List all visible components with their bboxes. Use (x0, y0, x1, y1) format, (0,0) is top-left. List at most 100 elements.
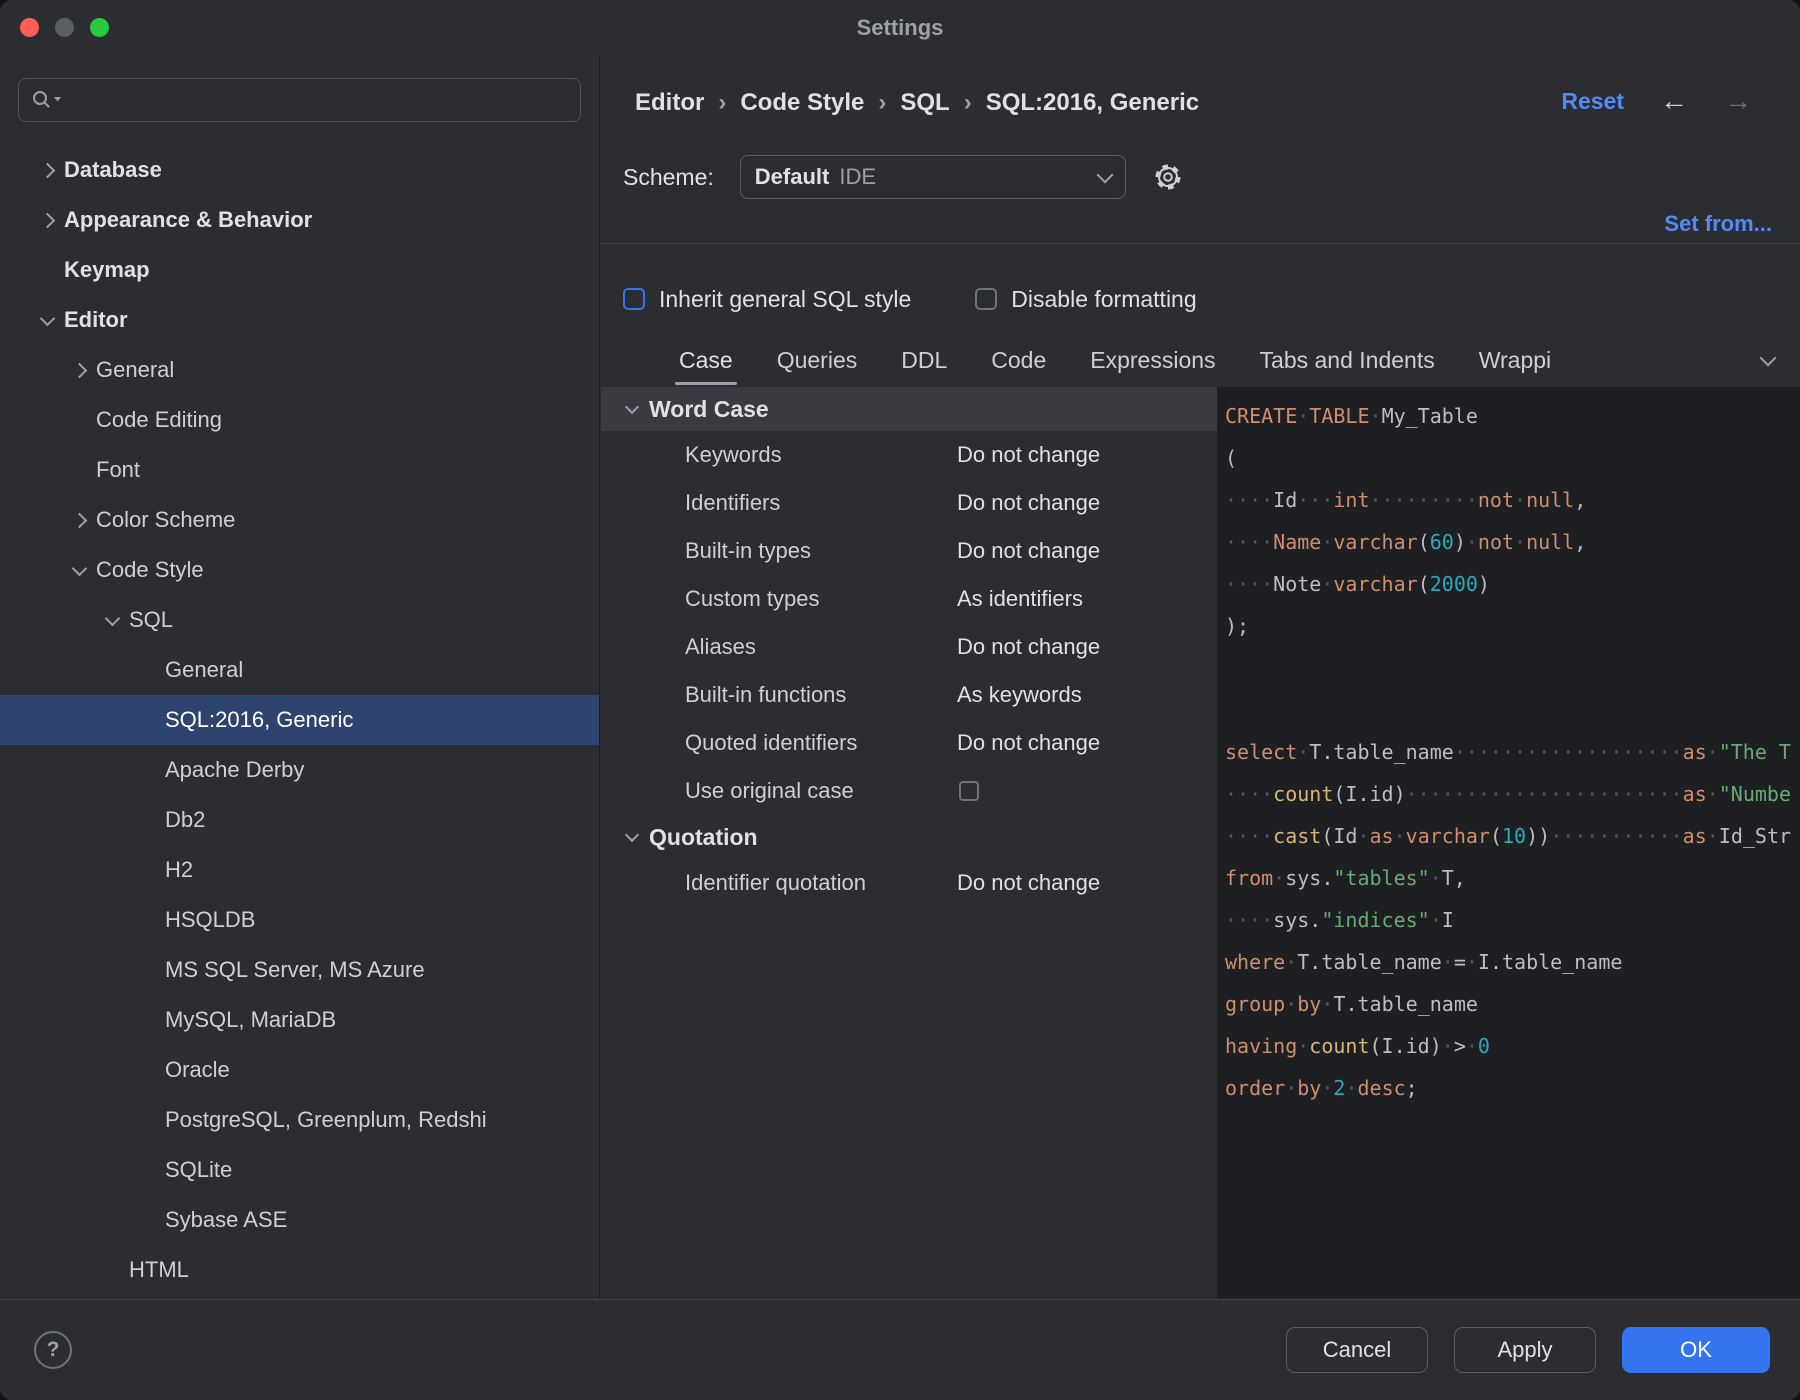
cancel-button[interactable]: Cancel (1286, 1327, 1428, 1373)
built-in-types-value-dropdown[interactable]: Do not change (957, 538, 1100, 564)
breadcrumb-separator-icon: › (878, 89, 886, 117)
chevron-down-icon[interactable] (617, 387, 647, 431)
set-from-link[interactable]: Set from... (1664, 211, 1772, 237)
sidebar-item-appearance-behavior[interactable]: Appearance & Behavior (0, 195, 599, 245)
sidebar-item-sybase-ase[interactable]: Sybase ASE (0, 1195, 599, 1245)
chevron-down-icon[interactable] (617, 815, 647, 859)
scheme-hint: IDE (839, 164, 1088, 190)
ok-button[interactable]: OK (1622, 1327, 1770, 1373)
setting-label: Identifier quotation (685, 870, 866, 896)
sidebar-item-oracle[interactable]: Oracle (0, 1045, 599, 1095)
sidebar-item-editor[interactable]: Editor (0, 295, 599, 345)
sidebar-item-hsqldb[interactable]: HSQLDB (0, 895, 599, 945)
sidebar-item-ms-sql-server-ms-azure[interactable]: MS SQL Server, MS Azure (0, 945, 599, 995)
tab-ddl[interactable]: DDL (879, 333, 969, 387)
disable-formatting-option[interactable]: Disable formatting (975, 286, 1196, 313)
help-button[interactable]: ? (34, 1331, 72, 1369)
breadcrumb-item-sql-2016-generic[interactable]: SQL:2016, Generic (986, 89, 1199, 117)
sidebar-item-code-editing[interactable]: Code Editing (0, 395, 599, 445)
chevron-down-icon[interactable] (95, 595, 129, 645)
setting-label: Built-in types (685, 538, 811, 564)
search-input[interactable] (18, 78, 581, 122)
chevron-right-icon[interactable] (62, 345, 96, 395)
sidebar-item-label: Keymap (64, 257, 150, 283)
sidebar-item-label: Oracle (165, 1057, 230, 1083)
code-line: ····Note·varchar(2000) (1225, 563, 1800, 605)
custom-types-value-dropdown[interactable]: As identifiers (957, 586, 1083, 612)
sidebar-item-label: Font (96, 457, 140, 483)
chevron-spacer (131, 1095, 165, 1145)
chevron-spacer (62, 445, 96, 495)
breadcrumb-item-code-style[interactable]: Code Style (740, 89, 864, 117)
use-original-case-checkbox[interactable] (959, 781, 979, 801)
chevron-right-icon[interactable] (30, 145, 64, 195)
setting-label: Quoted identifiers (685, 730, 857, 756)
inherit-general-sql-style-checkbox[interactable] (623, 288, 645, 310)
identifiers-value-dropdown[interactable]: Do not change (957, 490, 1100, 516)
code-preview-editor: CREATE·TABLE·My_Table(····Id···int······… (1217, 387, 1800, 1300)
sidebar-item-apache-derby[interactable]: Apache Derby (0, 745, 599, 795)
chevron-down-icon[interactable] (30, 295, 64, 345)
inherit-general-sql-style-option[interactable]: Inherit general SQL style (623, 286, 911, 313)
breadcrumb-item-editor[interactable]: Editor (635, 89, 704, 117)
code-line: ); (1225, 605, 1800, 647)
disable-formatting-checkbox[interactable] (975, 288, 997, 310)
scheme-select-dropdown[interactable]: Default IDE (740, 155, 1126, 199)
chevron-spacer (62, 395, 96, 445)
sidebar-item-database[interactable]: Database (0, 145, 599, 195)
sidebar-item-sql[interactable]: SQL (0, 595, 599, 645)
sidebar-item-code-style[interactable]: Code Style (0, 545, 599, 595)
section-header-word-case[interactable]: Word Case (601, 387, 1217, 431)
tab-expressions[interactable]: Expressions (1068, 333, 1237, 387)
inherit-general-sql-style-label: Inherit general SQL style (659, 286, 911, 313)
scheme-settings-gear-icon[interactable] (1152, 161, 1184, 193)
sidebar-item-h2[interactable]: H2 (0, 845, 599, 895)
built-in-functions-value-dropdown[interactable]: As keywords (957, 682, 1082, 708)
code-line: ····sys."indices"·I (1225, 899, 1800, 941)
sidebar-item-sqlite[interactable]: SQLite (0, 1145, 599, 1195)
back-arrow-icon[interactable]: ← (1660, 87, 1688, 115)
sidebar-item-db2[interactable]: Db2 (0, 795, 599, 845)
chevron-spacer (131, 995, 165, 1045)
forward-arrow-icon[interactable]: → (1724, 87, 1752, 115)
breadcrumb: Editor›Code Style›SQL›SQL:2016, Generic (635, 89, 1199, 117)
sidebar-item-font[interactable]: Font (0, 445, 599, 495)
sidebar-item-label: SQL (129, 607, 173, 633)
sidebar-item-label: PostgreSQL, Greenplum, Redshi (165, 1107, 487, 1133)
sidebar-item-general[interactable]: General (0, 645, 599, 695)
tab-case[interactable]: Case (657, 333, 755, 387)
tab-tabs-and-indents[interactable]: Tabs and Indents (1238, 333, 1457, 387)
quoted-identifiers-value-dropdown[interactable]: Do not change (957, 730, 1100, 756)
setting-label: Custom types (685, 586, 820, 612)
section-header-quotation[interactable]: Quotation (601, 815, 1217, 859)
apply-button[interactable]: Apply (1454, 1327, 1596, 1373)
keywords-value-dropdown[interactable]: Do not change (957, 442, 1100, 468)
sidebar-item-html[interactable]: HTML (0, 1245, 599, 1295)
sidebar-item-postgresql-greenplum-redshi[interactable]: PostgreSQL, Greenplum, Redshi (0, 1095, 599, 1145)
tabs-overflow-button[interactable] (1752, 333, 1774, 387)
reset-button[interactable]: Reset (1561, 88, 1624, 115)
chevron-spacer (131, 1145, 165, 1195)
aliases-value-dropdown[interactable]: Do not change (957, 634, 1100, 660)
chevron-down-icon[interactable] (62, 545, 96, 595)
chevron-spacer (131, 745, 165, 795)
code-line: order·by·2·desc; (1225, 1067, 1800, 1109)
code-line: ····Id···int·········not·null, (1225, 479, 1800, 521)
sidebar-item-mysql-mariadb[interactable]: MySQL, MariaDB (0, 995, 599, 1045)
sidebar-item-keymap[interactable]: Keymap (0, 245, 599, 295)
sidebar-item-color-scheme[interactable]: Color Scheme (0, 495, 599, 545)
sidebar-item-label: Appearance & Behavior (64, 207, 312, 233)
tab-code[interactable]: Code (969, 333, 1068, 387)
sidebar-item-sql-2016-generic[interactable]: SQL:2016, Generic (0, 695, 599, 745)
search-icon (31, 89, 65, 111)
breadcrumb-separator-icon: › (964, 89, 972, 117)
chevron-right-icon[interactable] (62, 495, 96, 545)
sidebar-item-general[interactable]: General (0, 345, 599, 395)
tab-queries[interactable]: Queries (755, 333, 880, 387)
tab-wrappi[interactable]: Wrappi (1457, 333, 1573, 387)
breadcrumb-item-sql[interactable]: SQL (900, 89, 949, 117)
identifier-quotation-value-dropdown[interactable]: Do not change (957, 870, 1100, 896)
header-actions: Reset ← → (1561, 87, 1752, 115)
chevron-spacer (131, 895, 165, 945)
chevron-right-icon[interactable] (30, 195, 64, 245)
